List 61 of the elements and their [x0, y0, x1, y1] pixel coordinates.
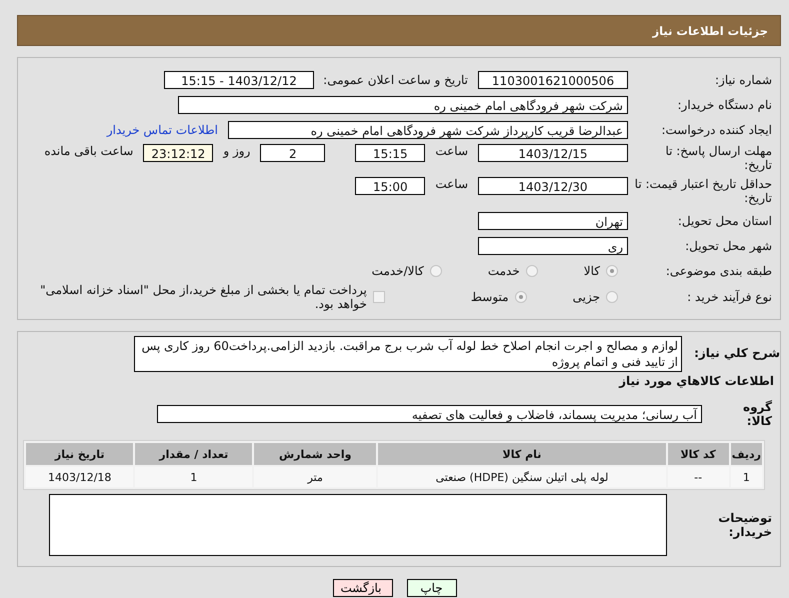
table-cell: 1 — [135, 467, 252, 487]
table-cell: 1403/12/18 — [26, 467, 134, 487]
remaining-time-field: 23:12:12 — [143, 144, 214, 162]
field-label: توضیحات خریدار: — [717, 511, 772, 539]
checkbox[interactable] — [372, 291, 385, 303]
table-cell: -- — [668, 467, 729, 487]
validity-time-field: 15:00 — [355, 177, 426, 195]
field-label: شهر محل تحویل: — [684, 238, 772, 252]
field-label: روز و — [222, 144, 252, 158]
table-cell: لوله پلی اتیلن سنگین (HDPE) صنعتی — [378, 467, 666, 487]
field-label: شماره نیاز: — [714, 72, 772, 86]
field-label: حداقل تاریخ اعتبار قیمت: تا تاریخ: — [634, 177, 772, 205]
description-field[interactable]: لوازم و مصالح و اجرت انجام اصلاح خط لوله آب شرب برج مراقبت. بازدید الزامی.پرداخت60 روز کاری پس از تایید فنی و اتمام پروژه — [134, 336, 682, 372]
field-label: تاریخ و ساعت اعلان عمومی: — [322, 72, 468, 86]
field-label: نام دستگاه خریدار: — [676, 98, 772, 112]
radio-label: کالا — [584, 264, 600, 278]
buyer-field: شرکت شهر فرودگاهی امام خمینی ره — [178, 96, 628, 114]
deadline-date-field: 1403/12/15 — [478, 144, 628, 162]
column-header: تاریخ نیاز — [26, 443, 134, 465]
field-label: مهلت ارسال پاسخ: تا تاریخ: — [664, 144, 772, 172]
buyer-contact-link[interactable]: اطلاعات تماس خریدار — [106, 122, 218, 136]
radio-button[interactable] — [514, 291, 527, 303]
column-header: واحد شمارش — [254, 443, 376, 465]
column-header: کد کالا — [668, 443, 729, 465]
field-label: نوع فرآیند خرید : — [686, 290, 772, 304]
radio-label: خدمت — [488, 264, 520, 278]
radio-button[interactable] — [606, 291, 618, 303]
province-field: تهران — [478, 212, 628, 230]
field-label: ساعت — [434, 144, 469, 158]
goods-group-field: آب رسانی؛ مدیریت پسماند، فاضلاب و فعالیت های تصفیه — [157, 405, 702, 423]
column-header: ردیف — [730, 443, 762, 465]
table-cell: متر — [254, 467, 376, 487]
buyer-notes-field[interactable] — [49, 494, 667, 556]
action-button[interactable]: چاپ — [406, 579, 456, 597]
page-title: جزئیات اطلاعات نیاز — [652, 24, 768, 38]
radio-label: متوسط — [470, 290, 509, 304]
validity-date-field: 1403/12/30 — [478, 177, 628, 195]
city-field: ری — [478, 236, 628, 254]
field-label: طبقه بندی موضوعی: — [664, 264, 772, 278]
field-label: ساعت — [434, 177, 469, 191]
field-label: استان محل تحویل: — [676, 214, 772, 228]
column-header: تعداد / مقدار — [135, 443, 252, 465]
radio-label: جزیی — [572, 290, 600, 304]
requester-field: عبدالرضا قریب کارپرداز شرکت شهر فرودگاهی امام خمینی ره — [228, 120, 628, 138]
checkbox-label: پرداخت تمام یا بخشی از مبلغ خرید،از محل "اسناد خزانه اسلامی" خواهد بود. — [39, 283, 367, 311]
field-label: گروه کالا: — [742, 400, 772, 428]
action-button[interactable]: بازگشت — [332, 579, 392, 597]
radio-button[interactable] — [430, 264, 442, 276]
column-header: نام کالا — [378, 443, 666, 465]
announce-date-field: 1403/12/12 - 15:15 — [164, 70, 314, 88]
section-title: اطلاعات کالاهاي مورد نياز — [618, 373, 775, 388]
table-cell: 1 — [730, 467, 762, 487]
field-label: ایجاد کننده درخواست: — [660, 122, 772, 136]
field-label: شرح کلي نياز: — [693, 345, 780, 360]
days-field: 2 — [260, 144, 326, 162]
radio-label: کالا/خدمت — [372, 264, 424, 278]
need-number-field: 1103001621000506 — [478, 70, 628, 88]
field-label: ساعت باقی مانده — [43, 144, 134, 158]
radio-button[interactable] — [526, 264, 538, 276]
radio-button[interactable] — [606, 264, 618, 276]
deadline-time-field: 15:15 — [355, 144, 426, 162]
